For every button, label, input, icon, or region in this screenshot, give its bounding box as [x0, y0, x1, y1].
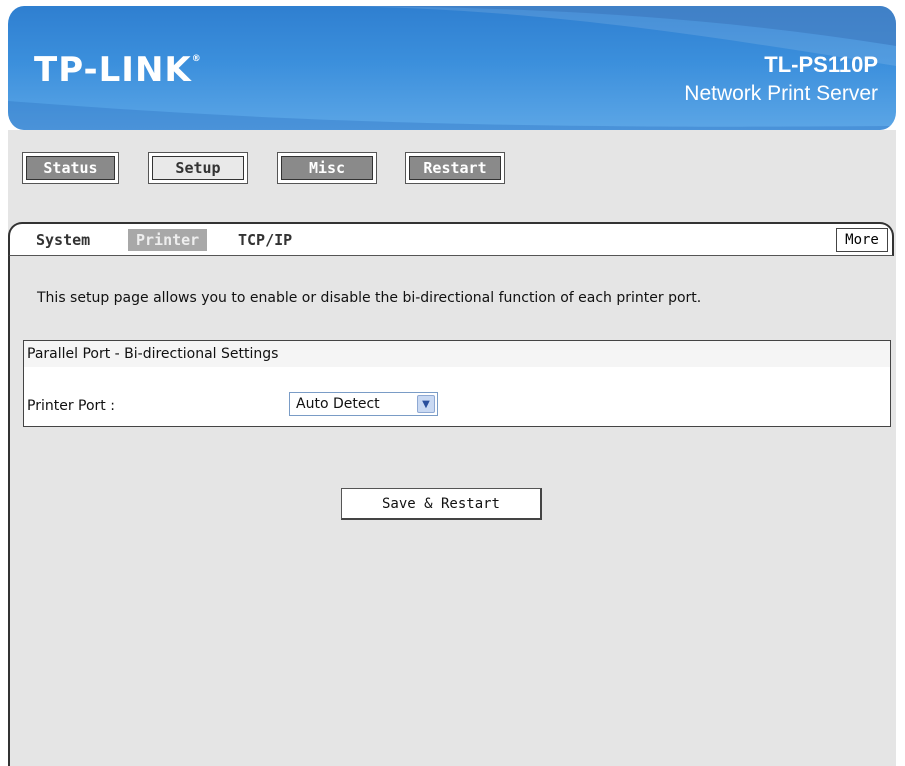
panel-left-border — [8, 256, 10, 766]
menu-setup-label: Setup — [152, 156, 244, 180]
menu-misc-button[interactable]: Misc — [277, 152, 377, 184]
menu-restart-label: Restart — [409, 156, 501, 180]
tab-tcpip[interactable]: TCP/IP — [230, 229, 300, 251]
chevron-down-icon[interactable]: ▼ — [417, 395, 435, 413]
logo-registered-mark: ® — [191, 54, 202, 64]
model-name: TL-PS110P — [764, 52, 878, 77]
tab-printer[interactable]: Printer — [128, 229, 208, 251]
menu-misc-label: Misc — [281, 156, 373, 180]
menu-setup-button[interactable]: Setup — [148, 152, 248, 184]
tp-link-logo: TP-LINK® — [34, 50, 202, 90]
printer-port-select[interactable]: Auto Detect ▼ — [289, 392, 438, 416]
bidirectional-settings-box: Parallel Port - Bi-directional Settings … — [23, 340, 891, 427]
more-button[interactable]: More — [836, 228, 888, 252]
printer-port-label: Printer Port : — [27, 398, 115, 414]
menu-status-label: Status — [26, 156, 115, 180]
section-title: Parallel Port - Bi-directional Settings — [24, 341, 890, 367]
product-name: Network Print Server — [684, 82, 878, 105]
printer-port-value: Auto Detect — [296, 396, 380, 412]
save-restart-button[interactable]: Save & Restart — [341, 488, 542, 520]
logo-text: TP-LINK — [34, 50, 192, 90]
menu-status-button[interactable]: Status — [22, 152, 119, 184]
header-banner: TP-LINK® TL-PS110P Network Print Server — [8, 6, 896, 130]
tab-system[interactable]: System — [28, 229, 98, 251]
main-panel: Status Setup Misc Restart System Printer… — [8, 130, 896, 766]
page-description: This setup page allows you to enable or … — [37, 290, 702, 306]
menu-restart-button[interactable]: Restart — [405, 152, 505, 184]
sub-tab-bar: System Printer TCP/IP More — [8, 222, 894, 256]
